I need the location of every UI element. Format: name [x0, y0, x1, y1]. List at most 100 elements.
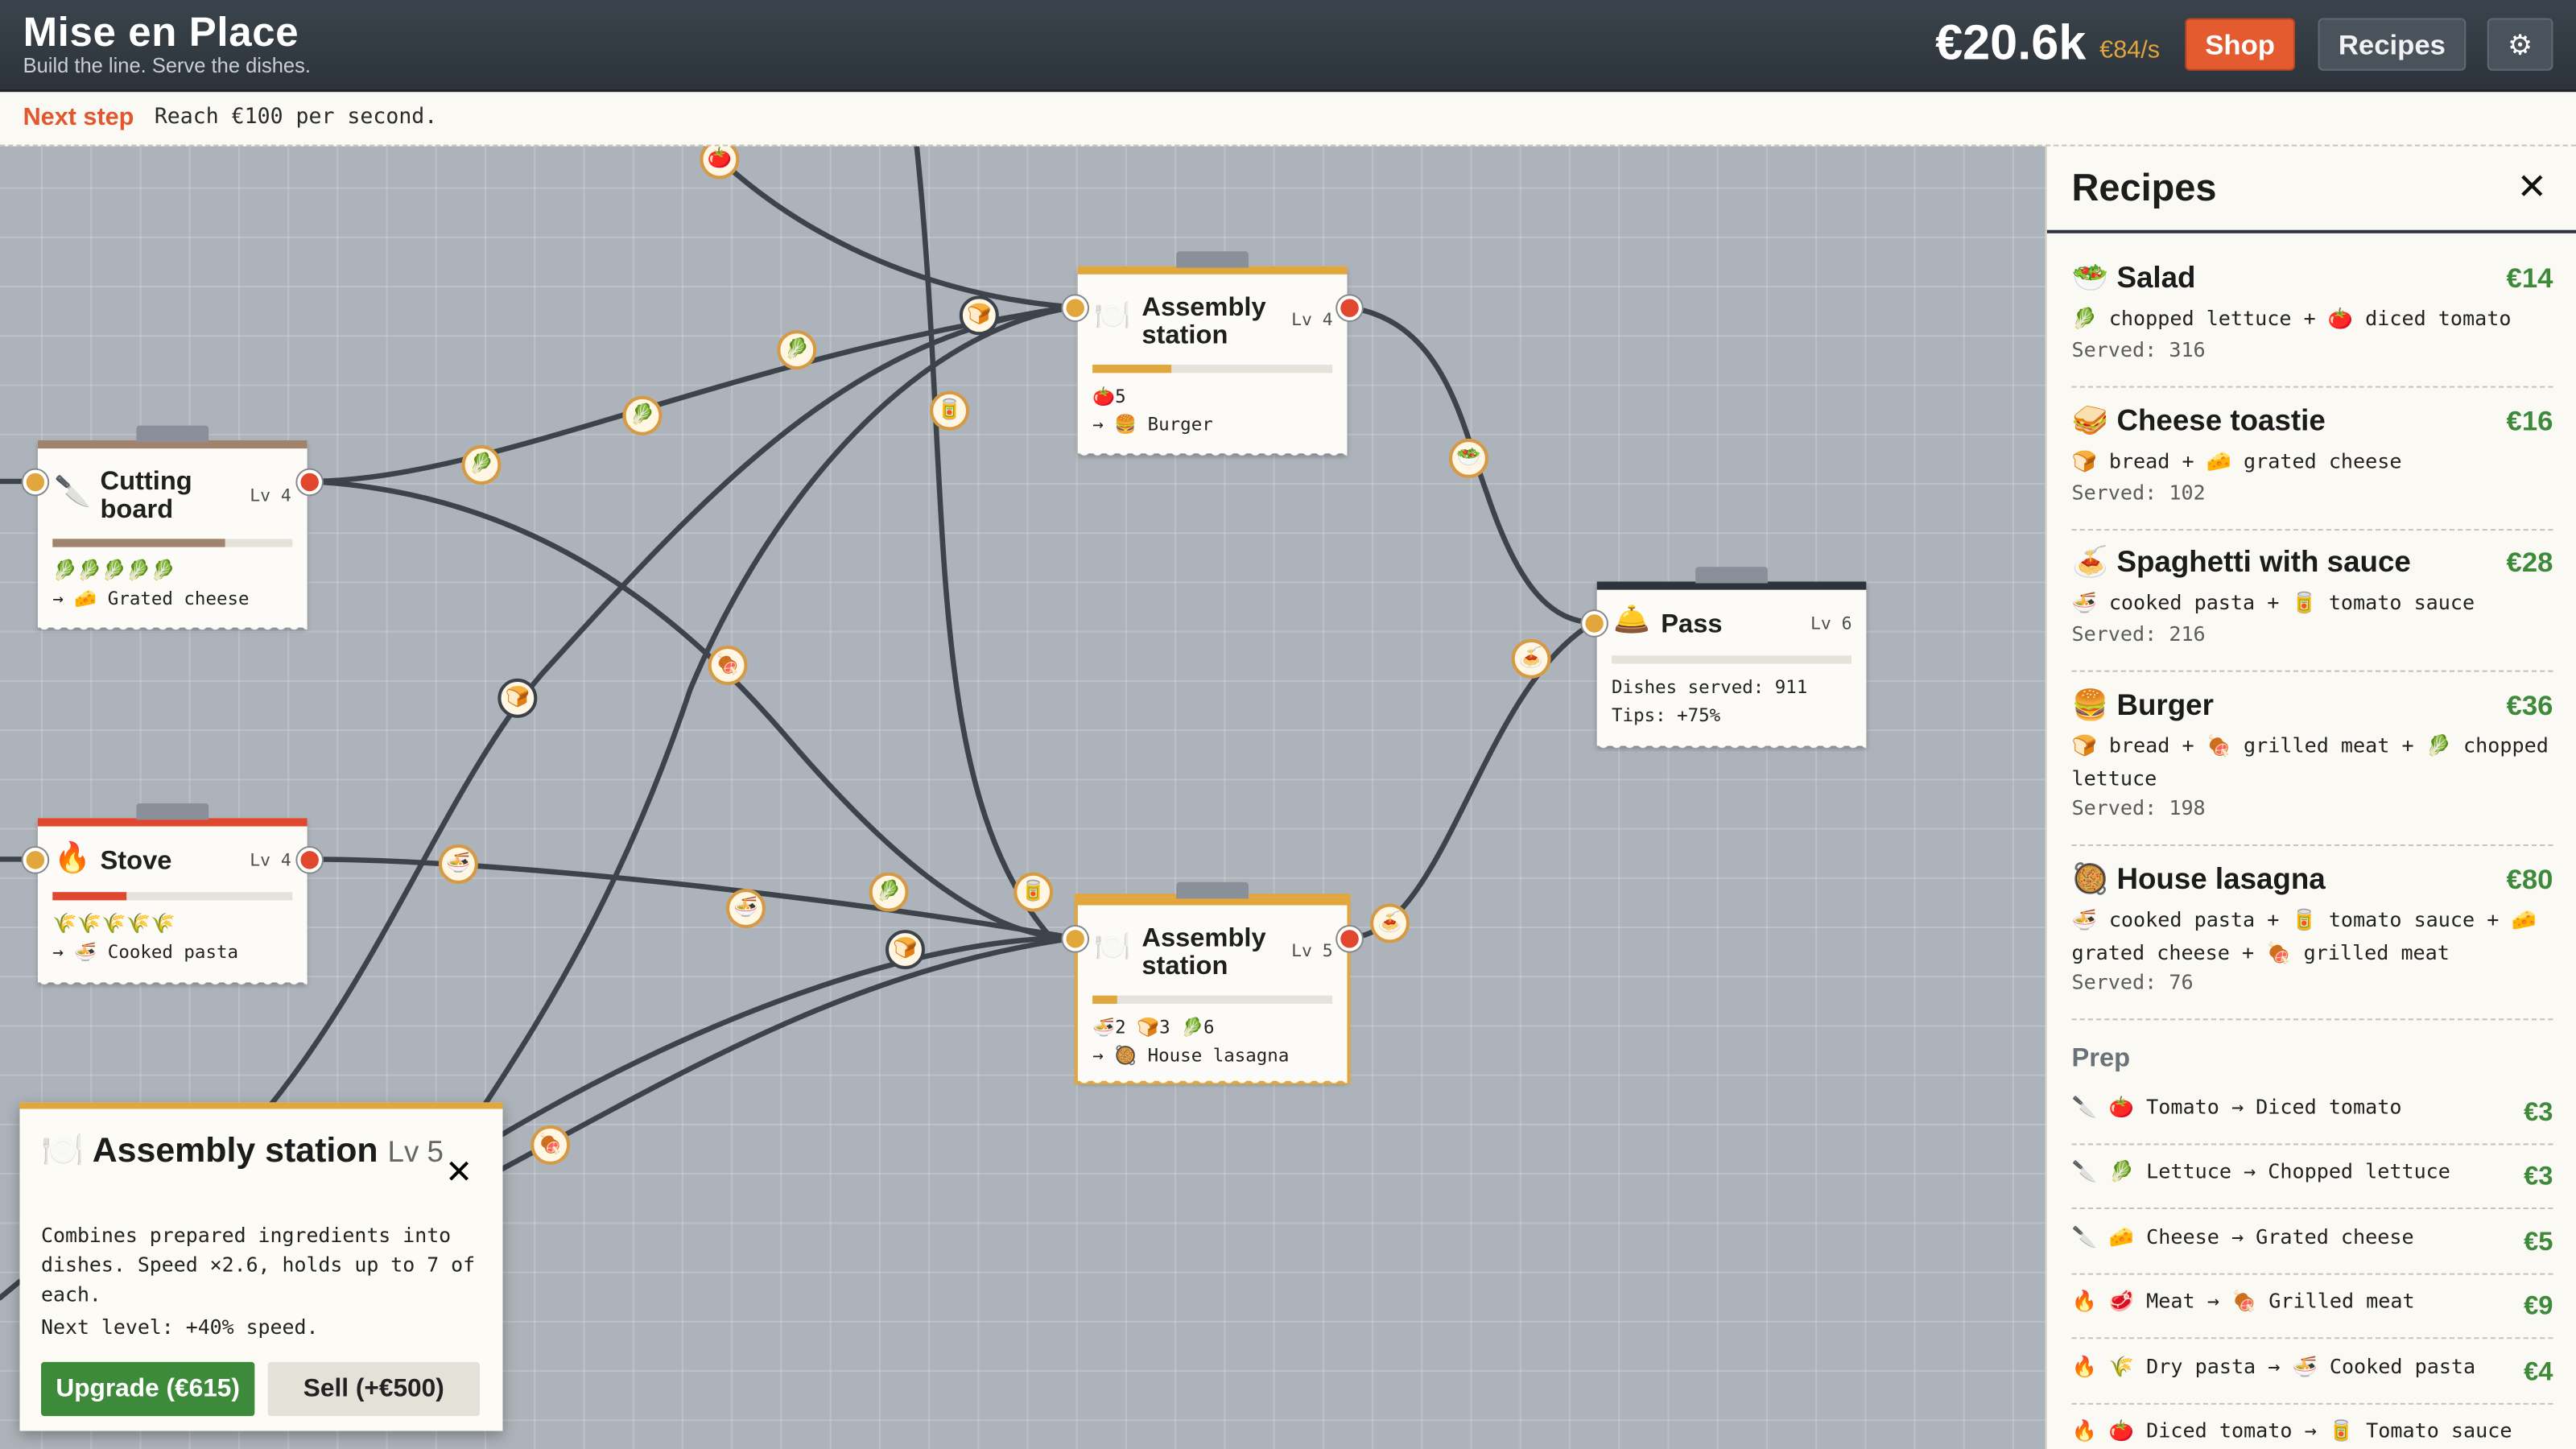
panel-title: Recipes: [2071, 166, 2217, 209]
ingredient-token[interactable]: 🥬: [777, 330, 817, 370]
game-root: 🍅 🍞 🥬 🥬 🥫 🥬 🍞 🍖 🥗 🍝 🍜 🍜 🥬 🍞 🥫 🍝 🍖 🔪 Cutt…: [0, 0, 2576, 1449]
input-port[interactable]: [23, 469, 48, 495]
prep-item[interactable]: 🔪 🍅 Tomato → Diced tomato €3: [2071, 1080, 2553, 1146]
divider: [2071, 1018, 2553, 1021]
progress-fill: [52, 892, 127, 901]
input-port[interactable]: [1582, 611, 1607, 636]
input-port[interactable]: [1063, 927, 1088, 952]
prep-item[interactable]: 🔥 🥩 Meat → 🍖 Grilled meat €9: [2071, 1274, 2553, 1340]
next-step-text: Reach €100 per second.: [154, 105, 438, 130]
prep-price: €4: [2524, 1358, 2553, 1387]
recipe-item[interactable]: 🍔 Burger €36 🍞 bread + 🍖 grilled meat + …: [2071, 688, 2553, 847]
recipes-button[interactable]: Recipes: [2318, 18, 2467, 71]
prep-section-title: Prep: [2071, 1044, 2131, 1073]
ingredient-token[interactable]: 🍖: [708, 646, 748, 686]
recipe-name: 🍝 Spaghetti with sauce: [2071, 546, 2410, 580]
output-port[interactable]: [1337, 295, 1362, 320]
recipe-item[interactable]: 🥘 House lasagna €80 🍜 cooked pasta + 🥫 t…: [2071, 862, 2553, 1021]
machine-cutting-board[interactable]: 🔪 Cutting board Lv 4 🥬🥬🥬🥬🥬 → 🧀 Grated ch…: [37, 425, 308, 634]
recipe-price: €16: [2506, 406, 2553, 437]
close-icon[interactable]: ✕: [445, 1152, 473, 1193]
wire: [1344, 620, 1596, 941]
fire-icon: 🔥: [54, 840, 92, 874]
recipe-served: Served: 216: [2071, 622, 2206, 646]
prep-item[interactable]: 🔥 🌾 Dry pasta → 🍜 Cooked pasta €4: [2071, 1339, 2553, 1405]
upgrade-button[interactable]: Upgrade (€615): [41, 1361, 255, 1417]
wire: [704, 143, 1077, 310]
prep-label: 🔪 🍅 Tomato → Diced tomato: [2071, 1096, 2402, 1119]
ingredient-token[interactable]: 🍞: [885, 930, 925, 970]
machine-inventory: 🥬🥬🥬🥬🥬: [52, 558, 175, 582]
recipe-ingredients: 🍜 cooked pasta + 🥫 tomato sauce: [2071, 591, 2475, 615]
card-clip: [1176, 251, 1249, 268]
output-port[interactable]: [1337, 927, 1362, 952]
recipe-name: 🥪 Cheese toastie: [2071, 404, 2325, 439]
recipe-ingredients: 🥬 chopped lettuce + 🍅 diced tomato: [2071, 307, 2512, 331]
recipe-name-text: Spaghetti with sauce: [2116, 545, 2411, 579]
machine-output: → 🍜 Cooked pasta: [52, 941, 239, 963]
ingredient-token[interactable]: 🥬: [869, 872, 909, 912]
recipe-name-text: Burger: [2116, 688, 2214, 721]
progress-bar: [52, 892, 293, 901]
input-port[interactable]: [23, 848, 48, 873]
ingredient-token[interactable]: 🥬: [461, 445, 502, 485]
machine-stove[interactable]: 🔥 Stove Lv 4 🌾🌾🌾🌾🌾 → 🍜 Cooked pasta: [37, 803, 308, 989]
ingredient-token[interactable]: 🍖: [530, 1125, 571, 1165]
prep-item[interactable]: 🔥 🍅 Diced tomato → 🥫 Tomato sauce: [2071, 1403, 2553, 1449]
recipe-item[interactable]: 🍝 Spaghetti with sauce €28 🍜 cooked past…: [2071, 546, 2553, 672]
recipe-name: 🍔 Burger: [2071, 688, 2213, 723]
wire: [243, 304, 1077, 1137]
popup-title-text: Assembly station: [92, 1132, 378, 1170]
recipe-price: €28: [2506, 547, 2553, 579]
prep-item[interactable]: 🔪 🧀 Cheese → Grated cheese €5: [2071, 1209, 2553, 1275]
sell-button[interactable]: Sell (+€500): [267, 1361, 480, 1417]
wire: [473, 304, 1077, 1121]
ingredient-token[interactable]: 🍝: [1370, 903, 1410, 943]
ingredient-token[interactable]: 🥗: [1448, 438, 1488, 478]
machine-assembly-station-top[interactable]: 🍽️ Assembly station Lv 4 🍅5 → 🍔 Burger: [1077, 251, 1348, 460]
ingredient-token[interactable]: 🍜: [438, 844, 478, 884]
ingredient-token[interactable]: 🍝: [1511, 638, 1551, 679]
close-icon[interactable]: ✕: [2517, 166, 2548, 208]
knife-icon: 🔪: [54, 474, 92, 508]
recipe-item[interactable]: 🥗 Salad €14 🥬 chopped lettuce + 🍅 diced …: [2071, 261, 2553, 388]
ingredient-token[interactable]: 🍞: [959, 295, 999, 336]
machine-assembly-station-bottom[interactable]: 🍽️ Assembly station Lv 5 🍜2 🍞3 🥬6 → 🥘 Ho…: [1074, 881, 1351, 1088]
ingredient-token[interactable]: 🥫: [1013, 872, 1054, 912]
machine-inventory: 🌾🌾🌾🌾🌾: [52, 911, 175, 935]
app-subtitle: Build the line. Serve the dishes.: [23, 54, 311, 77]
card-clip: [1176, 881, 1249, 899]
progress-fill: [1092, 365, 1172, 374]
ingredient-token[interactable]: 🍞: [497, 678, 538, 718]
sandwich-icon: 🥪: [2071, 404, 2109, 437]
machine-output: → 🥘 House lasagna: [1092, 1044, 1290, 1067]
recipe-item[interactable]: 🥪 Cheese toastie €16 🍞 bread + 🧀 grated …: [2071, 404, 2553, 531]
machine-level: Lv 6: [1810, 614, 1852, 634]
progress-bar: [1092, 365, 1333, 374]
ingredient-token[interactable]: 🍜: [726, 889, 766, 929]
card-clip: [136, 803, 209, 820]
popup-description: Combines prepared ingredients into dishe…: [41, 1224, 476, 1306]
machine-pass[interactable]: 🛎️ Pass Lv 6 Dishes served: 911 Tips: +7…: [1596, 567, 1867, 753]
gear-icon[interactable]: ⚙: [2487, 18, 2553, 71]
shop-button[interactable]: Shop: [2185, 18, 2296, 71]
recipe-served: Served: 316: [2071, 338, 2206, 361]
prep-item[interactable]: 🔪 🥬 Lettuce → Chopped lettuce €3: [2071, 1143, 2553, 1210]
output-port[interactable]: [297, 469, 322, 495]
prep-label: 🔥 🌾 Dry pasta → 🍜 Cooked pasta: [2071, 1355, 2476, 1379]
ingredient-token[interactable]: 🥫: [930, 390, 970, 431]
input-port[interactable]: [1063, 295, 1088, 320]
recipe-price: €36: [2506, 690, 2553, 721]
progress-bar: [52, 539, 293, 547]
output-port[interactable]: [297, 848, 322, 873]
ingredient-token[interactable]: 🥬: [622, 395, 663, 436]
recipe-name: 🥘 House lasagna: [2071, 862, 2325, 897]
machine-name: Pass: [1661, 611, 1723, 639]
progress-fill: [52, 539, 225, 547]
recipe-ingredients: 🍞 bread + 🍖 grilled meat + 🥬 chopped let…: [2071, 734, 2549, 790]
recipe-ingredients: 🍞 bread + 🧀 grated cheese: [2071, 450, 2402, 473]
progress-bar: [1612, 655, 1852, 664]
plate-icon: 🍽️: [1094, 930, 1131, 963]
paella-icon: 🥘: [2071, 862, 2109, 896]
card-clip: [136, 425, 209, 442]
